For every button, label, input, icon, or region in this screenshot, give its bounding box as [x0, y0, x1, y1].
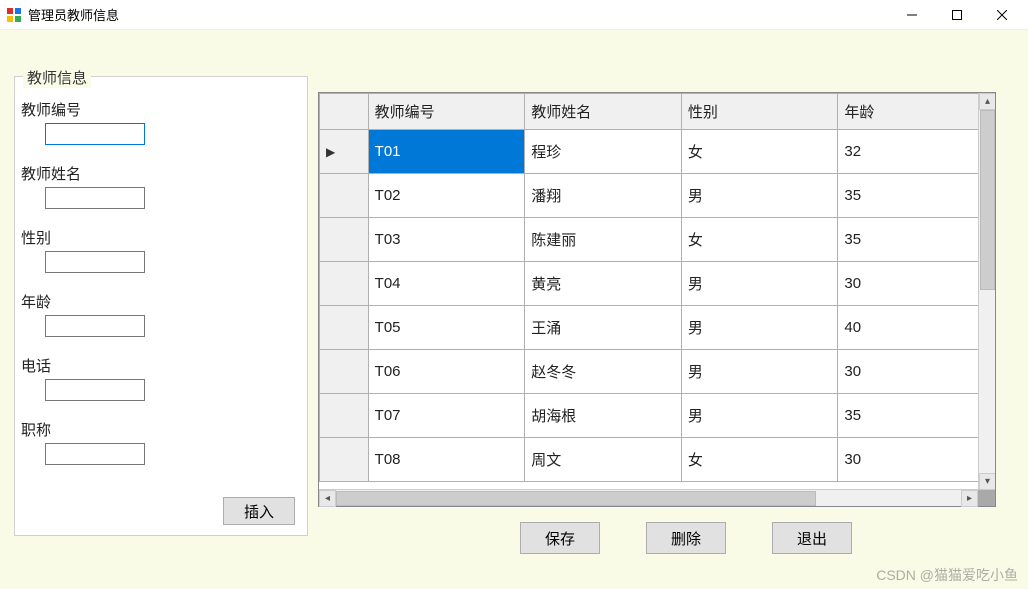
- datagrid-container: 教师编号 教师姓名 性别 年龄 ▶ T01 程珍 女 32: [318, 92, 996, 507]
- cell-gender[interactable]: 男: [681, 262, 838, 306]
- exit-button[interactable]: 退出: [772, 522, 852, 554]
- row-indicator[interactable]: [320, 438, 369, 482]
- cell-id[interactable]: T05: [368, 306, 525, 350]
- input-teacher-name[interactable]: [45, 187, 145, 209]
- table-row[interactable]: T04 黄亮 男 30: [320, 262, 995, 306]
- label-gender: 性别: [21, 227, 145, 248]
- cell-id[interactable]: T08: [368, 438, 525, 482]
- window-title: 管理员教师信息: [28, 5, 119, 24]
- watermark: CSDN @猫猫爱吃小鱼: [876, 565, 1018, 585]
- app-icon: [6, 7, 22, 23]
- scroll-left-arrow-icon[interactable]: ◂: [319, 490, 336, 507]
- cell-age[interactable]: 32: [838, 130, 995, 174]
- input-phone[interactable]: [45, 379, 145, 401]
- action-buttons: 保存 删除 退出: [520, 522, 852, 554]
- cell-id[interactable]: T07: [368, 394, 525, 438]
- label-age: 年龄: [21, 291, 145, 312]
- vertical-scrollbar[interactable]: ▴ ▾: [978, 93, 995, 490]
- horizontal-scrollbar[interactable]: ◂ ▸: [319, 489, 978, 506]
- vertical-scroll-thumb[interactable]: [980, 110, 995, 290]
- row-indicator[interactable]: [320, 350, 369, 394]
- cell-name[interactable]: 黄亮: [525, 262, 682, 306]
- groupbox-title: 教师信息: [23, 67, 91, 88]
- cell-age[interactable]: 30: [838, 350, 995, 394]
- label-phone: 电话: [21, 355, 145, 376]
- cell-age[interactable]: 35: [838, 394, 995, 438]
- row-indicator[interactable]: ▶: [320, 130, 369, 174]
- cell-gender[interactable]: 男: [681, 306, 838, 350]
- window-controls: [889, 1, 1024, 29]
- input-teacher-id[interactable]: [45, 123, 145, 145]
- col-header-id[interactable]: 教师编号: [368, 94, 525, 130]
- input-title[interactable]: [45, 443, 145, 465]
- cell-age[interactable]: 35: [838, 174, 995, 218]
- col-header-gender[interactable]: 性别: [681, 94, 838, 130]
- horizontal-scroll-thumb[interactable]: [336, 491, 816, 506]
- cell-age[interactable]: 30: [838, 438, 995, 482]
- table-row[interactable]: ▶ T01 程珍 女 32: [320, 130, 995, 174]
- datagrid[interactable]: 教师编号 教师姓名 性别 年龄 ▶ T01 程珍 女 32: [319, 93, 995, 490]
- cell-name[interactable]: 潘翔: [525, 174, 682, 218]
- insert-button[interactable]: 插入: [223, 497, 295, 525]
- cell-name[interactable]: 胡海根: [525, 394, 682, 438]
- cell-name[interactable]: 陈建丽: [525, 218, 682, 262]
- cell-name[interactable]: 程珍: [525, 130, 682, 174]
- table-row[interactable]: T05 王涌 男 40: [320, 306, 995, 350]
- label-teacher-id: 教师编号: [21, 99, 145, 120]
- table-row[interactable]: T06 赵冬冬 男 30: [320, 350, 995, 394]
- scroll-right-arrow-icon[interactable]: ▸: [961, 490, 978, 507]
- row-indicator[interactable]: [320, 174, 369, 218]
- input-age[interactable]: [45, 315, 145, 337]
- cell-age[interactable]: 35: [838, 218, 995, 262]
- field-gender: 性别: [21, 227, 145, 273]
- current-row-icon: ▶: [326, 145, 335, 159]
- maximize-button[interactable]: [934, 1, 979, 29]
- field-teacher-name: 教师姓名: [21, 163, 145, 209]
- cell-id[interactable]: T06: [368, 350, 525, 394]
- cell-gender[interactable]: 男: [681, 350, 838, 394]
- cell-age[interactable]: 30: [838, 262, 995, 306]
- table-row[interactable]: T02 潘翔 男 35: [320, 174, 995, 218]
- field-age: 年龄: [21, 291, 145, 337]
- table-row[interactable]: T07 胡海根 男 35: [320, 394, 995, 438]
- teacher-info-groupbox: 教师信息 教师编号 教师姓名 性别 年龄 电话 职称 插入: [14, 76, 308, 536]
- cell-age[interactable]: 40: [838, 306, 995, 350]
- cell-name[interactable]: 赵冬冬: [525, 350, 682, 394]
- scroll-up-arrow-icon[interactable]: ▴: [979, 93, 995, 110]
- delete-button[interactable]: 删除: [646, 522, 726, 554]
- scroll-down-arrow-icon[interactable]: ▾: [979, 473, 995, 490]
- client-area: 教师信息 教师编号 教师姓名 性别 年龄 电话 职称 插入: [0, 30, 1028, 589]
- corner-cell[interactable]: [320, 94, 369, 130]
- header-row: 教师编号 教师姓名 性别 年龄: [320, 94, 995, 130]
- cell-id[interactable]: T04: [368, 262, 525, 306]
- row-indicator[interactable]: [320, 218, 369, 262]
- cell-gender[interactable]: 女: [681, 218, 838, 262]
- row-indicator[interactable]: [320, 306, 369, 350]
- cell-gender[interactable]: 男: [681, 394, 838, 438]
- cell-gender[interactable]: 女: [681, 438, 838, 482]
- table-row[interactable]: T03 陈建丽 女 35: [320, 218, 995, 262]
- cell-gender[interactable]: 女: [681, 130, 838, 174]
- minimize-button[interactable]: [889, 1, 934, 29]
- cell-id[interactable]: T02: [368, 174, 525, 218]
- cell-name[interactable]: 王涌: [525, 306, 682, 350]
- cell-name[interactable]: 周文: [525, 438, 682, 482]
- field-teacher-id: 教师编号: [21, 99, 145, 145]
- field-title: 职称: [21, 419, 145, 465]
- col-header-name[interactable]: 教师姓名: [525, 94, 682, 130]
- col-header-age[interactable]: 年龄: [838, 94, 995, 130]
- close-button[interactable]: [979, 1, 1024, 29]
- field-phone: 电话: [21, 355, 145, 401]
- input-gender[interactable]: [45, 251, 145, 273]
- cell-id[interactable]: T01: [368, 130, 525, 174]
- cell-id[interactable]: T03: [368, 218, 525, 262]
- save-button[interactable]: 保存: [520, 522, 600, 554]
- row-indicator[interactable]: [320, 262, 369, 306]
- label-teacher-name: 教师姓名: [21, 163, 145, 184]
- table-row[interactable]: T08 周文 女 30: [320, 438, 995, 482]
- label-title: 职称: [21, 419, 145, 440]
- row-indicator[interactable]: [320, 394, 369, 438]
- cell-gender[interactable]: 男: [681, 174, 838, 218]
- title-bar: 管理员教师信息: [0, 0, 1028, 30]
